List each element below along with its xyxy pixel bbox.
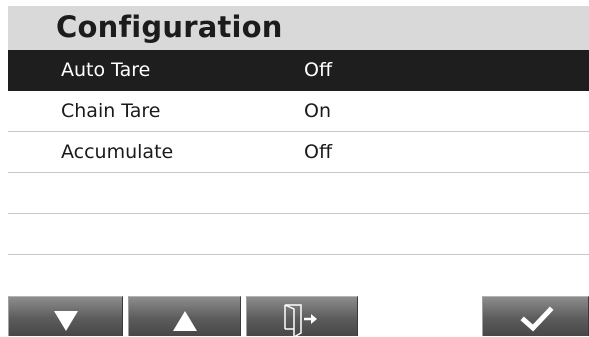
configuration-screen: Configuration Auto Tare Off Chain Tare O…: [8, 6, 589, 337]
empty-row: [8, 173, 589, 214]
setting-row-auto-tare[interactable]: Auto Tare Off: [8, 50, 589, 91]
setting-row-chain-tare[interactable]: Chain Tare On: [8, 91, 589, 132]
setting-value: Off: [304, 141, 333, 163]
setting-value: Off: [304, 59, 333, 81]
settings-list: Auto Tare Off Chain Tare On Accumulate O…: [8, 50, 589, 295]
page-title: Configuration: [56, 10, 283, 44]
setting-label: Accumulate: [61, 141, 174, 163]
empty-row: [8, 255, 589, 295]
scroll-up-button[interactable]: [128, 296, 241, 336]
softkey-toolbar: [8, 293, 589, 337]
arrow-up-icon: [173, 311, 197, 331]
exit-button[interactable]: [246, 296, 358, 337]
arrow-down-icon: [54, 311, 78, 331]
scroll-down-button[interactable]: [8, 296, 123, 336]
setting-label: Auto Tare: [61, 59, 151, 81]
confirm-button[interactable]: [482, 296, 589, 336]
header-bar: Configuration: [8, 6, 589, 50]
checkmark-icon: [520, 306, 554, 332]
exit-door-icon: [284, 304, 317, 337]
empty-row: [8, 214, 589, 255]
setting-label: Chain Tare: [61, 100, 161, 122]
setting-value: On: [304, 100, 331, 122]
setting-row-accumulate[interactable]: Accumulate Off: [8, 132, 589, 173]
